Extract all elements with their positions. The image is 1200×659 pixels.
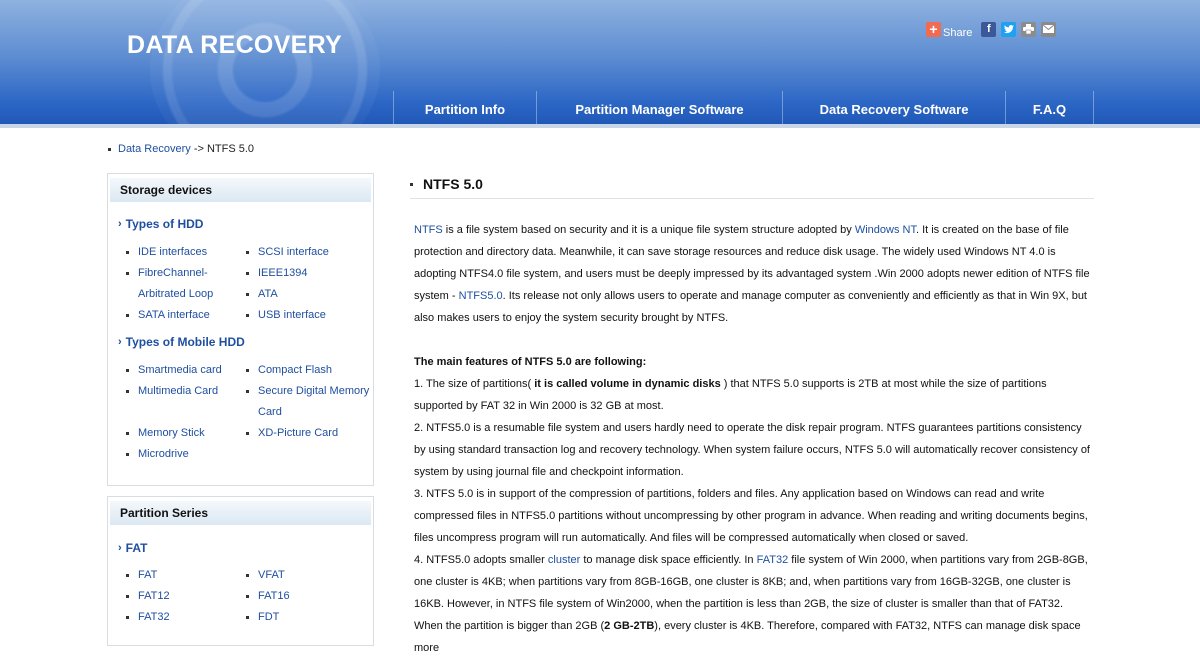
page-title-text: NTFS 5.0	[423, 176, 483, 192]
list-item-ieee1394[interactable]: IEEE1394	[246, 263, 308, 284]
feature-4: 4. NTFS5.0 adopts smaller cluster to man…	[414, 554, 1088, 654]
feature-2: 2. NTFS5.0 is a resumable file system an…	[414, 422, 1090, 478]
page-title: NTFS 5.0	[410, 176, 1094, 199]
chevron-right-icon: ›	[118, 336, 122, 348]
intro-paragraph: NTFS is a file system based on security …	[414, 224, 1090, 324]
link-ntfs[interactable]: NTFS	[414, 224, 443, 236]
breadcrumb-current: NTFS 5.0	[206, 143, 255, 155]
header-bottom-border	[0, 124, 1200, 128]
list-item-fat32[interactable]: FAT32	[126, 607, 170, 628]
group-title-label[interactable]: FAT	[126, 541, 148, 555]
bullet-icon	[108, 147, 111, 151]
list-item-fibrechannel-cont[interactable]: Arbitrated Loop	[138, 284, 213, 305]
list-item-usb-interface[interactable]: USB interface	[246, 305, 326, 326]
link-ntfs50[interactable]: NTFS5.0	[459, 290, 503, 302]
link-cluster[interactable]: cluster	[548, 554, 580, 566]
features-heading: The main features of NTFS 5.0 are follow…	[414, 356, 647, 368]
nav-data-recovery-software[interactable]: Data Recovery Software	[782, 91, 1005, 128]
list-item-microdrive[interactable]: Microdrive	[126, 444, 189, 465]
group-title-label[interactable]: Types of HDD	[126, 217, 204, 231]
group-types-of-hdd[interactable]: › Types of HDD	[118, 217, 203, 231]
list-item-memory-stick[interactable]: Memory Stick	[126, 423, 205, 444]
nav-faq[interactable]: F.A.Q	[1005, 91, 1094, 128]
partition-series-box: Partition Series › FAT FAT FAT12 FAT32 V…	[107, 496, 374, 646]
link-windows-nt[interactable]: Windows NT	[855, 224, 916, 236]
article-body: NTFS is a file system based on security …	[414, 219, 1094, 659]
nav-partition-info[interactable]: Partition Info	[393, 91, 536, 128]
feature-3: 3. NTFS 5.0 is in support of the compres…	[414, 488, 1088, 544]
storage-devices-title: Storage devices	[110, 178, 371, 202]
site-logo[interactable]: DATA RECOVERY	[127, 31, 342, 60]
partition-series-title: Partition Series	[110, 501, 371, 525]
group-types-of-mobile-hdd[interactable]: › Types of Mobile HDD	[118, 335, 245, 349]
list-item-scsi-interface[interactable]: SCSI interface	[246, 242, 329, 263]
share-label[interactable]: Share	[943, 27, 972, 39]
twitter-icon[interactable]	[1001, 21, 1017, 37]
list-item-secure-digital-memory[interactable]: Secure Digital Memory	[246, 381, 369, 402]
bullet-icon	[410, 183, 413, 186]
email-icon[interactable]	[1041, 21, 1057, 37]
nav-partition-manager-software[interactable]: Partition Manager Software	[536, 91, 782, 128]
list-item-sata-interface[interactable]: SATA interface	[126, 305, 210, 326]
list-item-fat16[interactable]: FAT16	[246, 586, 290, 607]
group-title-label[interactable]: Types of Mobile HDD	[126, 335, 245, 349]
list-item-vfat[interactable]: VFAT	[246, 565, 285, 586]
list-item-fat[interactable]: FAT	[126, 565, 157, 586]
site-header: DATA RECOVERY + Share f Partition Info P…	[0, 0, 1200, 128]
link-fat32[interactable]: FAT32	[757, 554, 789, 566]
feature-1: 1. The size of partitions( it is called …	[414, 378, 1047, 412]
main-nav: Partition Info Partition Manager Softwar…	[393, 91, 1094, 128]
share-bar: + Share f	[926, 20, 1057, 39]
breadcrumb-separator: ->	[190, 143, 207, 155]
list-item-xd-picture-card[interactable]: XD-Picture Card	[246, 423, 338, 444]
list-item-compact-flash[interactable]: Compact Flash	[246, 360, 332, 381]
list-item-fibrechannel[interactable]: FibreChannel-	[126, 263, 208, 284]
print-icon[interactable]	[1021, 21, 1037, 37]
chevron-right-icon: ›	[118, 218, 122, 230]
hard-disk-graphic	[150, 0, 380, 128]
share-plus-icon[interactable]: +	[926, 21, 941, 37]
list-item-secure-digital-card[interactable]: Card	[258, 402, 282, 423]
list-item-fat12[interactable]: FAT12	[126, 586, 170, 607]
list-item-fdt[interactable]: FDT	[246, 607, 279, 628]
list-item-ide-interfaces[interactable]: IDE interfaces	[126, 242, 207, 263]
storage-devices-box: Storage devices › Types of HDD IDE inter…	[107, 173, 374, 486]
group-fat[interactable]: › FAT	[118, 541, 147, 555]
list-item-multimedia-card[interactable]: Multimedia Card	[126, 381, 218, 402]
list-item-ata[interactable]: ATA	[246, 284, 278, 305]
breadcrumb: Data Recovery -> NTFS 5.0	[108, 143, 254, 155]
chevron-right-icon: ›	[118, 542, 122, 554]
breadcrumb-link-data-recovery[interactable]: Data Recovery	[118, 143, 191, 155]
list-item-smartmedia-card[interactable]: Smartmedia card	[126, 360, 222, 381]
facebook-icon[interactable]: f	[981, 21, 997, 37]
